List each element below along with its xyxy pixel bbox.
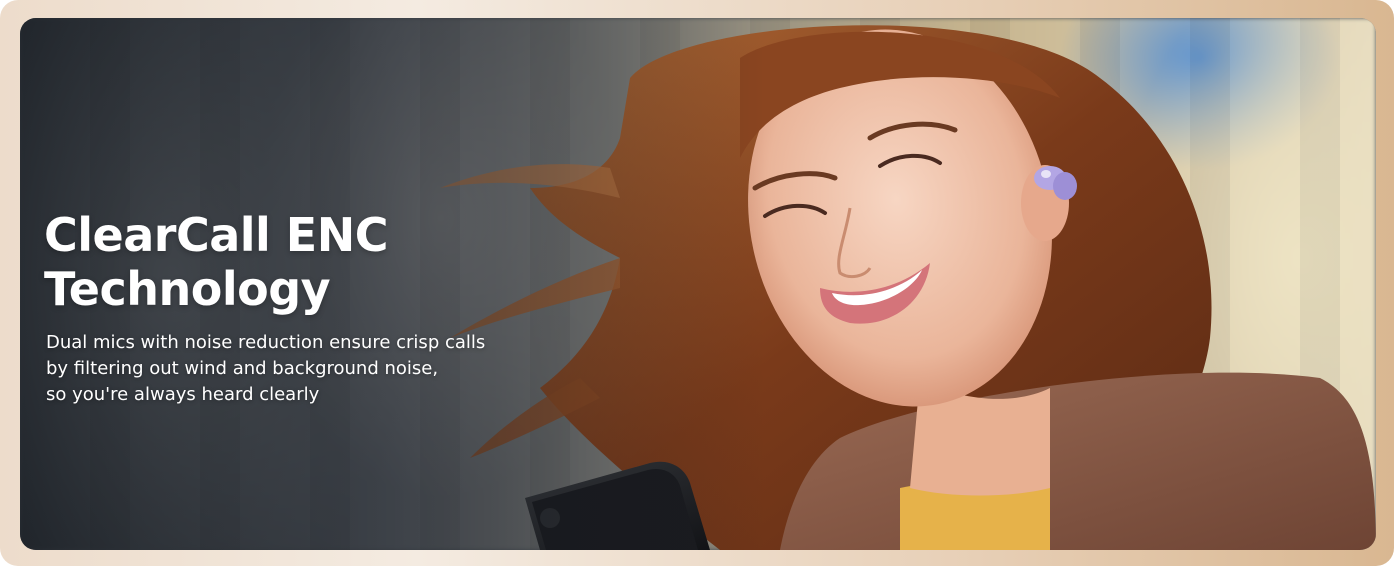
banner-text-block: ClearCall ENC Technology Dual mics with … — [44, 208, 584, 408]
banner-description: Dual mics with noise reduction ensure cr… — [46, 332, 486, 405]
banner-frame: ClearCall ENC Technology Dual mics with … — [0, 0, 1394, 566]
promo-banner: ClearCall ENC Technology Dual mics with … — [20, 18, 1376, 550]
banner-headline: ClearCall ENC Technology — [44, 208, 388, 316]
